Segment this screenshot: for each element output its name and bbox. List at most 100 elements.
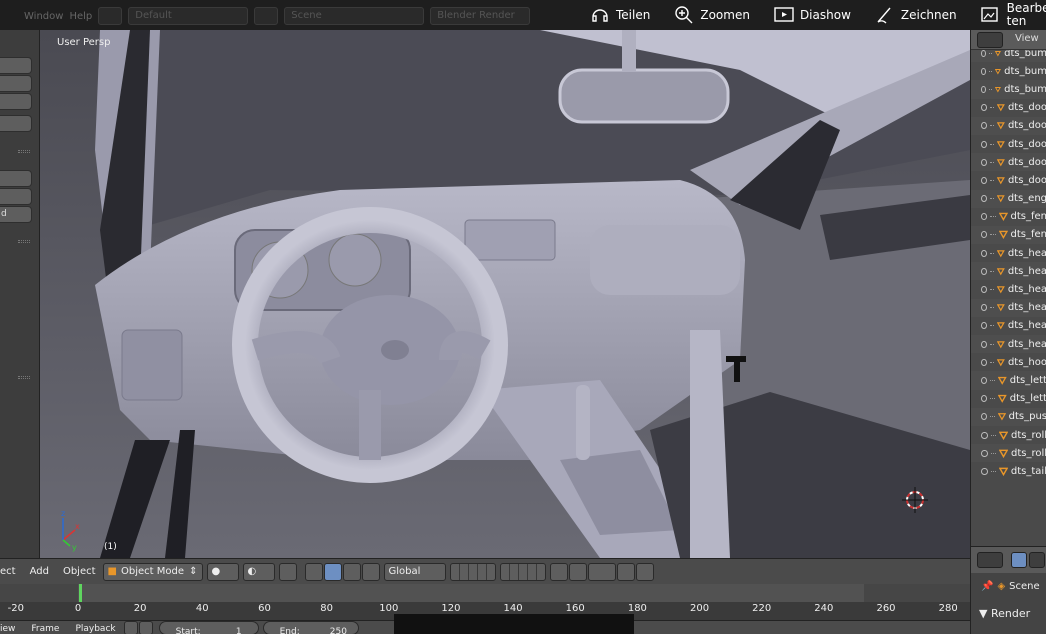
expand-icon[interactable] <box>981 395 988 403</box>
render-panel-header[interactable]: ▼ Render <box>979 607 1030 620</box>
expand-icon[interactable] <box>981 376 988 384</box>
expand-icon[interactable] <box>981 322 987 330</box>
tool-button-6[interactable] <box>0 188 32 205</box>
edit-button[interactable]: Bearbei- ten <box>980 2 1046 28</box>
expand-icon[interactable] <box>981 213 988 221</box>
outliner-item[interactable]: dts_lett <box>971 390 1046 408</box>
outliner-item[interactable]: dts_hea <box>971 317 1046 335</box>
layout-icon[interactable] <box>98 7 123 25</box>
expand-icon[interactable] <box>981 158 987 166</box>
expand-icon[interactable] <box>981 249 987 257</box>
expand-icon[interactable] <box>981 67 986 75</box>
layout-selector[interactable]: Default <box>128 7 249 25</box>
tool-button-3[interactable] <box>0 93 32 110</box>
render-icon[interactable] <box>616 562 635 581</box>
outliner-item[interactable]: dts_hea <box>971 298 1046 317</box>
outliner-item[interactable]: dts_roll <box>971 444 1046 463</box>
panel-grip[interactable] <box>18 240 30 243</box>
layer-buttons-2[interactable] <box>499 562 546 581</box>
tool-button-5[interactable] <box>0 170 32 187</box>
expand-icon[interactable] <box>981 340 987 348</box>
render-layers-tab-button[interactable] <box>1029 552 1045 568</box>
expand-icon[interactable] <box>981 267 987 275</box>
slideshow-button[interactable]: Diashow <box>774 5 851 25</box>
timeline-editor-icon[interactable] <box>123 621 138 634</box>
expand-icon[interactable] <box>981 49 986 57</box>
render-animation-icon[interactable] <box>635 562 654 581</box>
snap-toggle-icon[interactable] <box>278 562 297 581</box>
expand-icon[interactable] <box>981 122 987 130</box>
lock-layers-icon[interactable] <box>549 562 568 581</box>
expand-icon[interactable] <box>981 231 988 239</box>
end-frame-field[interactable]: End: 250 <box>262 621 359 634</box>
expand-icon[interactable] <box>981 431 988 439</box>
outliner-item[interactable]: dts_hea <box>971 244 1046 262</box>
expand-icon[interactable] <box>981 358 987 366</box>
layer-buttons-1[interactable] <box>449 562 496 581</box>
outliner-item[interactable]: dts_hea <box>971 262 1046 281</box>
outliner-item[interactable]: dts_hea <box>971 335 1046 354</box>
lock-icon[interactable] <box>138 621 153 634</box>
expand-icon[interactable] <box>981 449 988 457</box>
outliner-item[interactable]: dts_eng <box>971 189 1046 208</box>
tool-button-1[interactable] <box>0 57 32 74</box>
outliner-item[interactable]: dts_bum <box>971 62 1046 80</box>
outliner-item[interactable]: dts_fen <box>971 225 1046 245</box>
expand-icon[interactable] <box>981 85 986 93</box>
share-button[interactable]: Teilen <box>590 5 650 25</box>
orientation-selector[interactable]: Global <box>383 562 446 581</box>
scene-icon[interactable] <box>254 7 279 25</box>
outliner-item[interactable]: dts_hoo <box>971 353 1046 371</box>
expand-icon[interactable] <box>981 195 987 203</box>
outliner-item[interactable]: dts_doo <box>971 153 1046 172</box>
tool-button-2[interactable] <box>0 75 32 92</box>
render-engine-selector[interactable]: Blender Render <box>430 7 531 25</box>
outliner-view-menu[interactable]: View <box>1015 33 1039 44</box>
frame-menu[interactable]: Frame <box>23 621 67 634</box>
outliner-item[interactable]: dts_hea <box>971 280 1046 298</box>
object-menu[interactable]: Object <box>56 566 103 577</box>
expand-icon[interactable] <box>981 304 987 312</box>
outliner-item[interactable]: dts_roll <box>971 426 1046 444</box>
window-menu[interactable]: Window <box>24 11 63 22</box>
expand-icon[interactable] <box>981 140 987 148</box>
help-menu[interactable]: Help <box>69 11 92 22</box>
panel-grip[interactable] <box>18 376 30 379</box>
proportional-edit-icon[interactable] <box>568 562 587 581</box>
outliner-item[interactable]: dts_fen <box>971 208 1046 226</box>
add-menu[interactable]: Add <box>23 566 56 577</box>
outliner-item[interactable]: dts_doo <box>971 99 1046 117</box>
scene-selector[interactable]: Scene <box>284 7 425 25</box>
snap-element-icon[interactable] <box>587 562 616 581</box>
editor-type-button[interactable] <box>977 552 1003 568</box>
outliner-item[interactable]: dts_bum <box>971 80 1046 99</box>
outliner-item[interactable]: dts_doo <box>971 116 1046 135</box>
editor-type-button[interactable] <box>977 32 1003 48</box>
scale-manipulator-icon[interactable] <box>361 562 380 581</box>
pin-icon[interactable]: 📌 <box>981 581 993 592</box>
start-frame-field[interactable]: Start: 1 <box>158 621 259 634</box>
playback-menu[interactable]: Playback <box>67 621 123 634</box>
outliner-item[interactable]: dts_doo <box>971 171 1046 189</box>
panel-grip[interactable] <box>18 150 30 153</box>
tool-button-4[interactable] <box>0 115 32 132</box>
tool-button-7[interactable]: d <box>0 206 32 223</box>
outliner-item[interactable]: dts_tail <box>971 462 1046 480</box>
frame-cursor[interactable] <box>79 584 83 602</box>
rotate-manipulator-icon[interactable] <box>342 562 361 581</box>
zoom-button[interactable]: Zoomen <box>674 5 750 25</box>
manipulator-toggle-icon[interactable] <box>304 562 323 581</box>
pivot-selector[interactable]: ◐ <box>242 562 275 581</box>
draw-button[interactable]: Zeichnen <box>875 5 957 25</box>
translate-manipulator-icon[interactable] <box>323 562 342 581</box>
expand-icon[interactable] <box>981 467 988 475</box>
3d-viewport[interactable]: z x y User Persp (1) <box>40 30 970 558</box>
shading-selector[interactable]: ● <box>206 562 239 581</box>
expand-icon[interactable] <box>981 104 987 112</box>
expand-icon[interactable] <box>981 286 987 294</box>
render-tab-button[interactable] <box>1011 552 1027 568</box>
timeline-view-menu[interactable]: iew <box>0 621 23 634</box>
outliner-item[interactable]: dts_doo <box>971 135 1046 153</box>
expand-icon[interactable] <box>981 176 987 184</box>
outliner-item[interactable]: dts_lett <box>971 371 1046 390</box>
